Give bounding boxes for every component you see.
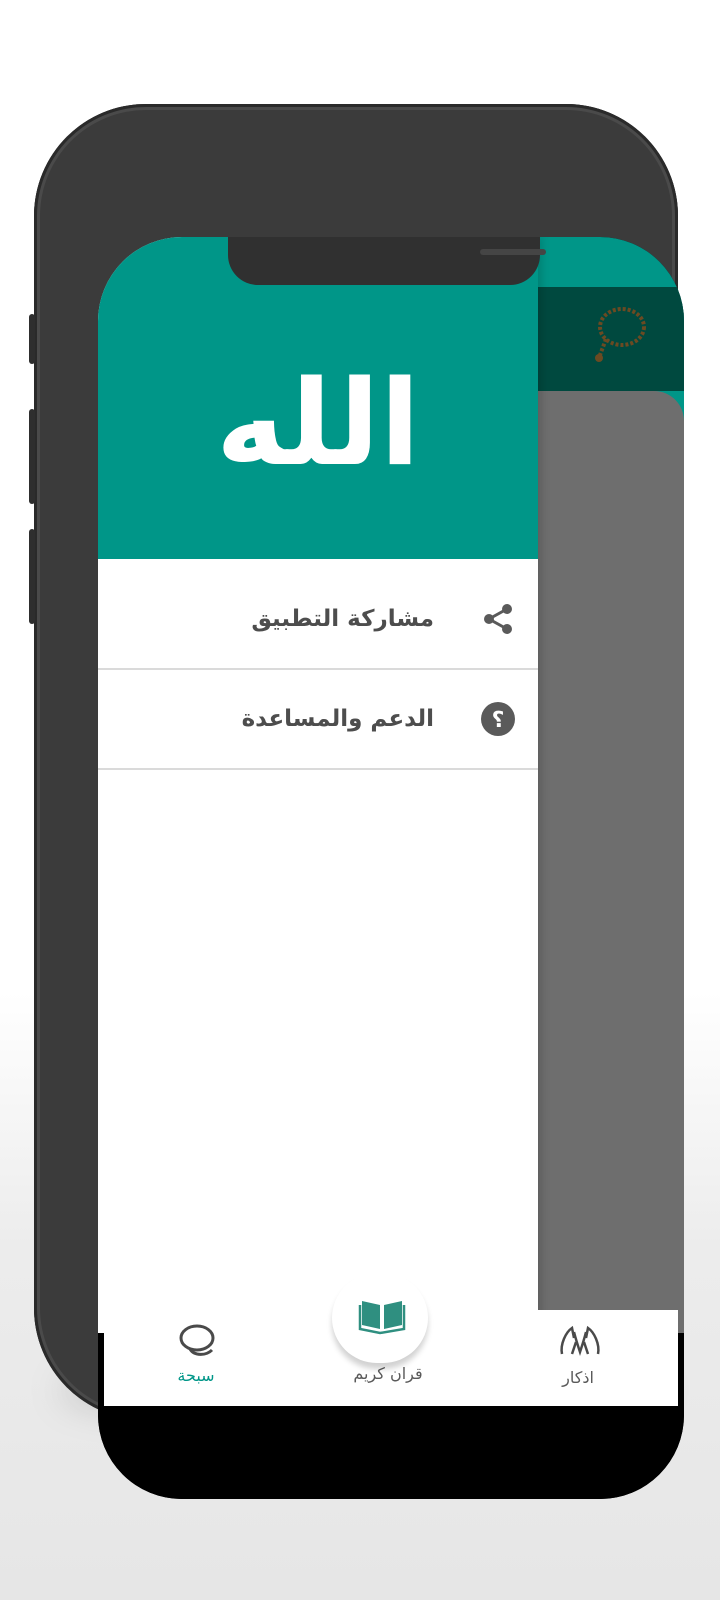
drawer-title: الله bbox=[215, 354, 421, 492]
menu-item-label: الدعم والمساعدة bbox=[241, 706, 434, 732]
quran-fab[interactable] bbox=[340, 1278, 424, 1352]
prayer-beads-icon bbox=[179, 1324, 215, 1356]
praying-hands-icon bbox=[560, 1325, 600, 1356]
nav-item-azkar[interactable]: اذكار bbox=[518, 1310, 638, 1406]
volume-down-button bbox=[29, 529, 35, 624]
volume-up-button bbox=[29, 409, 35, 504]
drawer-header: الله bbox=[98, 237, 538, 559]
share-icon bbox=[478, 599, 518, 639]
phone-frame: الله مشاركة التطبيق الدعم والمساعدة ؟ سب… bbox=[29, 104, 684, 1499]
menu-item-label: مشاركة التطبيق bbox=[251, 606, 434, 632]
help-icon: ؟ bbox=[478, 699, 518, 739]
mute-switch bbox=[29, 314, 35, 364]
home-indicator-area bbox=[98, 1406, 684, 1499]
menu-item-share-app[interactable]: مشاركة التطبيق bbox=[98, 570, 538, 670]
nav-label: قران كريم bbox=[353, 1364, 423, 1383]
camera-notch bbox=[228, 237, 546, 285]
prayer-beads-icon[interactable] bbox=[578, 297, 650, 369]
svg-text:؟: ؟ bbox=[492, 708, 505, 733]
earpiece-speaker bbox=[480, 249, 546, 255]
nav-label: اذكار bbox=[562, 1368, 594, 1387]
menu-item-support[interactable]: الدعم والمساعدة ؟ bbox=[98, 670, 538, 770]
nav-item-tasbih[interactable]: سبحة bbox=[136, 1310, 256, 1406]
nav-label: سبحة bbox=[177, 1366, 215, 1385]
open-book-icon bbox=[358, 1301, 406, 1335]
navigation-drawer: الله مشاركة التطبيق الدعم والمساعدة ؟ bbox=[98, 237, 538, 1333]
phone-screen: الله مشاركة التطبيق الدعم والمساعدة ؟ سب… bbox=[98, 237, 684, 1499]
